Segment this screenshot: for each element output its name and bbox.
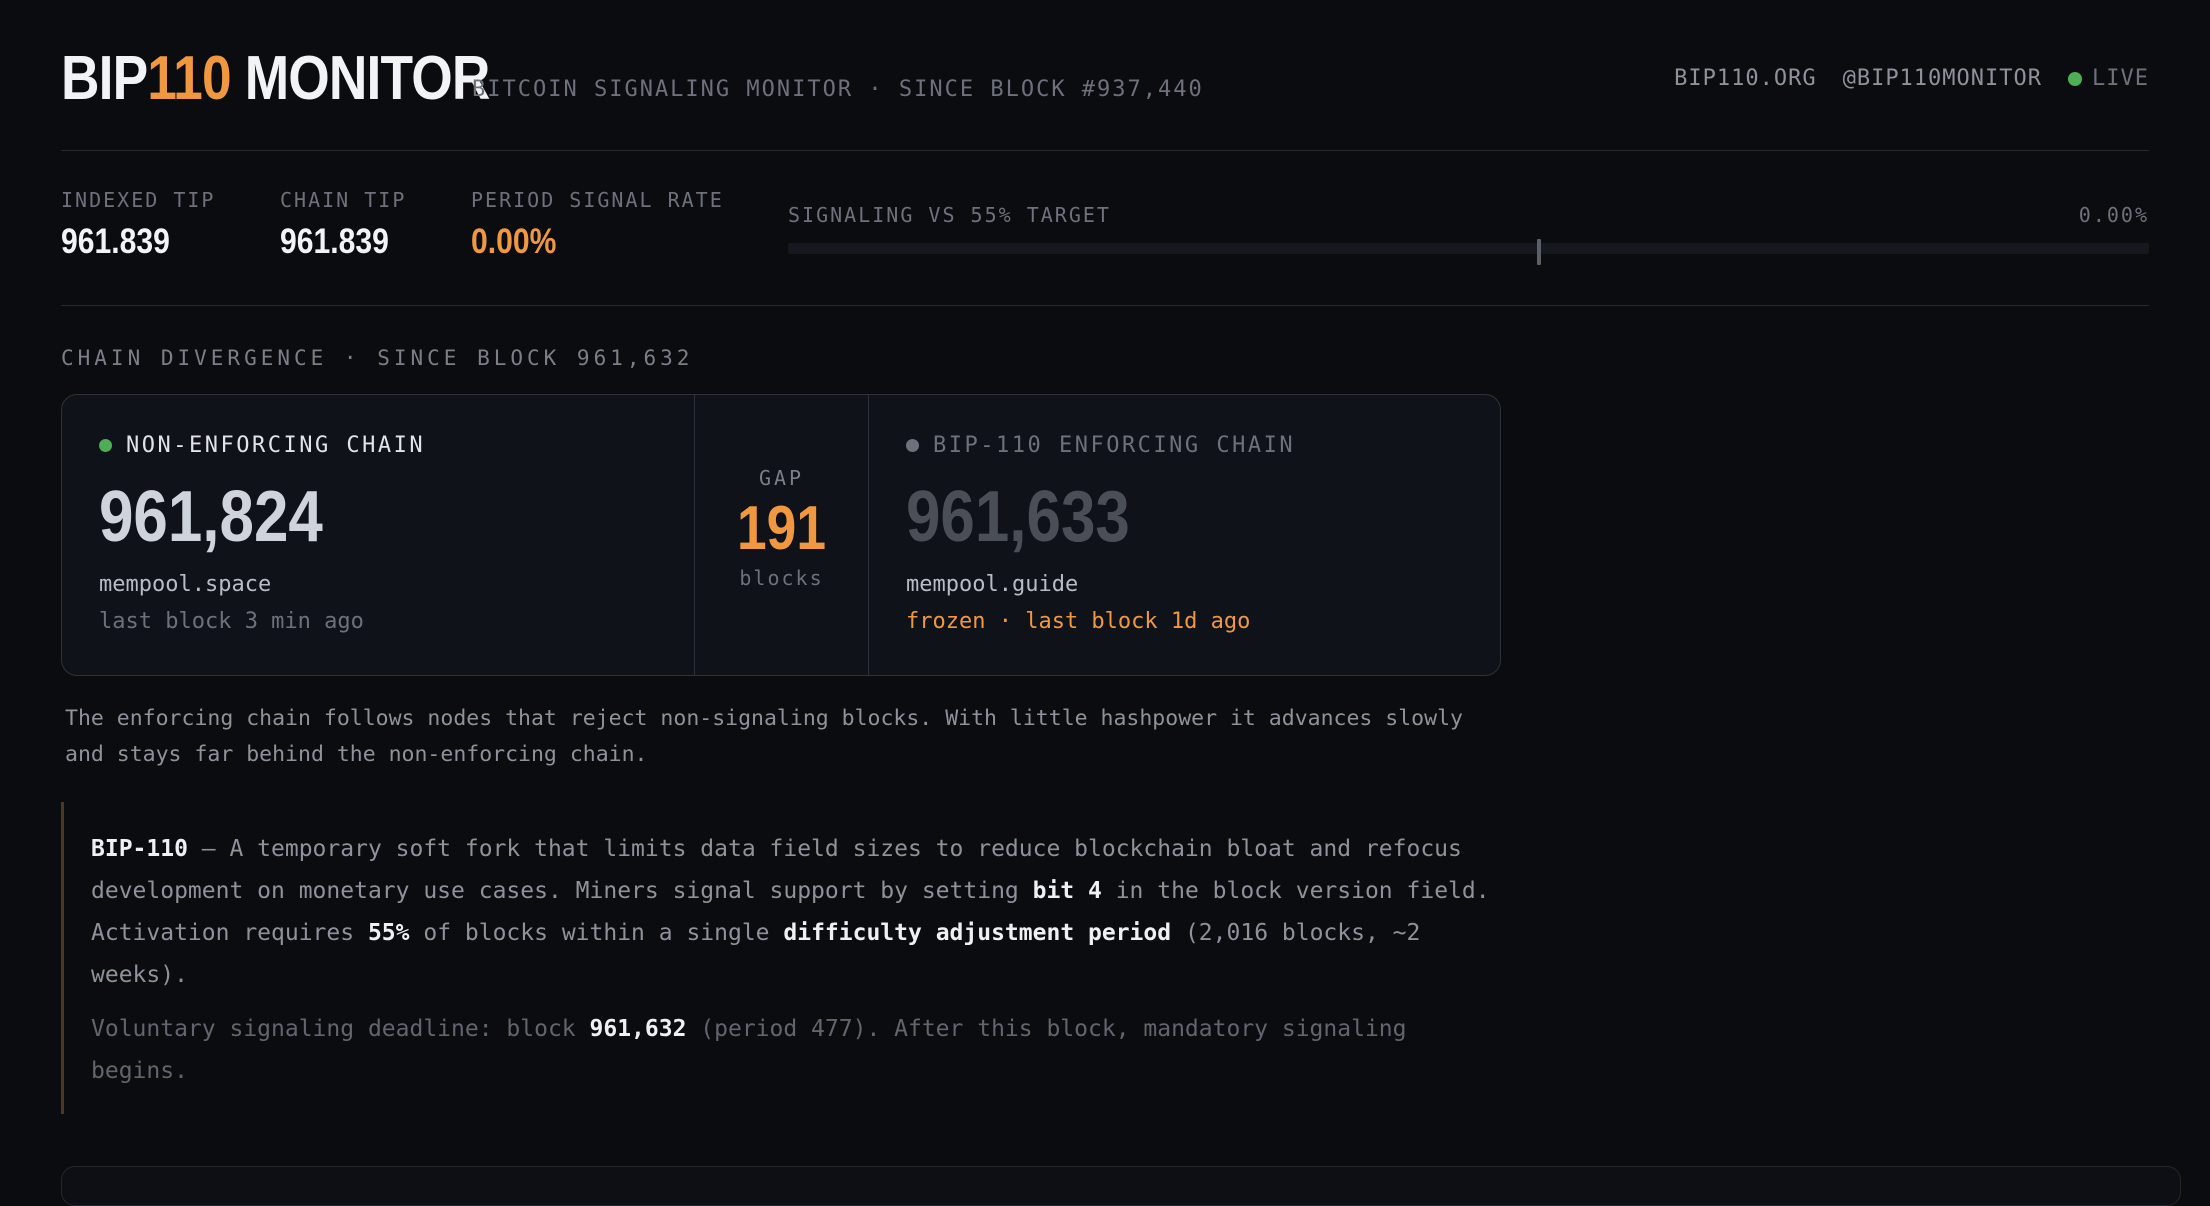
threshold-term: 55%	[367, 920, 410, 946]
status-dot-icon	[906, 439, 919, 452]
tagline: BITCOIN SIGNALING MONITOR · SINCE BLOCK …	[472, 77, 1204, 102]
signal-rate-label: PERIOD SIGNAL RATE	[471, 188, 724, 212]
logo[interactable]: BIP110 MONITOR	[61, 42, 491, 116]
signal-rate-stat: PERIOD SIGNAL RATE 0.00%	[471, 188, 724, 262]
period-term: difficulty adjustment period	[783, 920, 1172, 946]
non-enforcing-chain-source[interactable]: mempool.space	[99, 572, 657, 597]
stats-bar: INDEXED TIP 961.839 CHAIN TIP 961.839 PE…	[61, 151, 2149, 306]
enforcing-chain-title: BIP-110 ENFORCING CHAIN	[933, 433, 1296, 458]
gap-unit: blocks	[739, 566, 824, 590]
bip-info-block: BIP-110 — A temporary soft fork that lim…	[61, 802, 1501, 1114]
gap-value: 191	[737, 494, 826, 563]
live-dot-icon	[2068, 71, 2083, 86]
enforcing-chain-source[interactable]: mempool.guide	[906, 572, 1463, 597]
next-card-edge	[61, 1166, 2181, 1206]
indexed-tip-stat: INDEXED TIP 961.839	[61, 188, 215, 262]
bip-term: BIP-110	[91, 836, 188, 862]
indexed-tip-label: INDEXED TIP	[61, 188, 216, 212]
target-threshold-marker	[1536, 239, 1541, 265]
target-progress-bar	[788, 239, 2149, 265]
chain-tip-label: CHAIN TIP	[280, 188, 407, 212]
status-dot-icon	[99, 439, 112, 452]
deadline-block: 961,632	[589, 1016, 687, 1042]
gap-label: GAP	[758, 466, 805, 490]
logo-prefix: BIP	[61, 44, 148, 113]
live-label: LIVE	[2092, 66, 2149, 91]
deadline-note: Voluntary signaling deadline: block 961,…	[91, 1016, 1407, 1084]
divergence-explanation: The enforcing chain follows nodes that r…	[65, 706, 1463, 767]
chain-tip-value: 961.839	[280, 222, 389, 261]
target-value: 0.00%	[2078, 203, 2149, 227]
non-enforcing-chain-panel: NON-ENFORCING CHAIN 961,824 mempool.spac…	[62, 395, 695, 675]
bit-term: bit 4	[1032, 878, 1102, 904]
enforcing-chain-height: 961,633	[906, 477, 1130, 557]
bip-description: BIP-110 — A temporary soft fork that lim…	[91, 836, 1490, 988]
divergence-section-label: CHAIN DIVERGENCE · SINCE BLOCK 961,632	[61, 346, 694, 370]
logo-suffix: MONITOR	[230, 44, 491, 113]
header-links: BIP110.ORG @BIP110MONITOR LIVE	[1674, 66, 2149, 91]
indexed-tip-value: 961.839	[61, 222, 170, 261]
twitter-link[interactable]: @BIP110MONITOR	[1843, 66, 2042, 91]
chain-divergence-card: NON-ENFORCING CHAIN 961,824 mempool.spac…	[61, 394, 1501, 676]
enforcing-chain-status: frozen · last block 1d ago	[906, 609, 1251, 634]
non-enforcing-chain-status: last block 3 min ago	[99, 609, 364, 634]
gap-panel: GAP 191 blocks	[695, 395, 869, 675]
target-label: SIGNALING VS 55% TARGET	[788, 203, 1111, 227]
chain-tip-stat: CHAIN TIP 961.839	[280, 188, 407, 262]
header: BIP110 MONITOR BITCOIN SIGNALING MONITOR…	[61, 0, 2149, 151]
non-enforcing-chain-title: NON-ENFORCING CHAIN	[126, 433, 426, 458]
signal-rate-value: 0.00%	[471, 222, 557, 261]
target-progress: SIGNALING VS 55% TARGET 0.00%	[788, 203, 2149, 265]
enforcing-chain-panel: BIP-110 ENFORCING CHAIN 961,633 mempool.…	[869, 395, 1500, 675]
logo-accent: 110	[147, 44, 231, 113]
website-link[interactable]: BIP110.ORG	[1674, 66, 1816, 91]
live-indicator: LIVE	[2068, 66, 2149, 91]
non-enforcing-chain-height: 961,824	[99, 477, 323, 557]
